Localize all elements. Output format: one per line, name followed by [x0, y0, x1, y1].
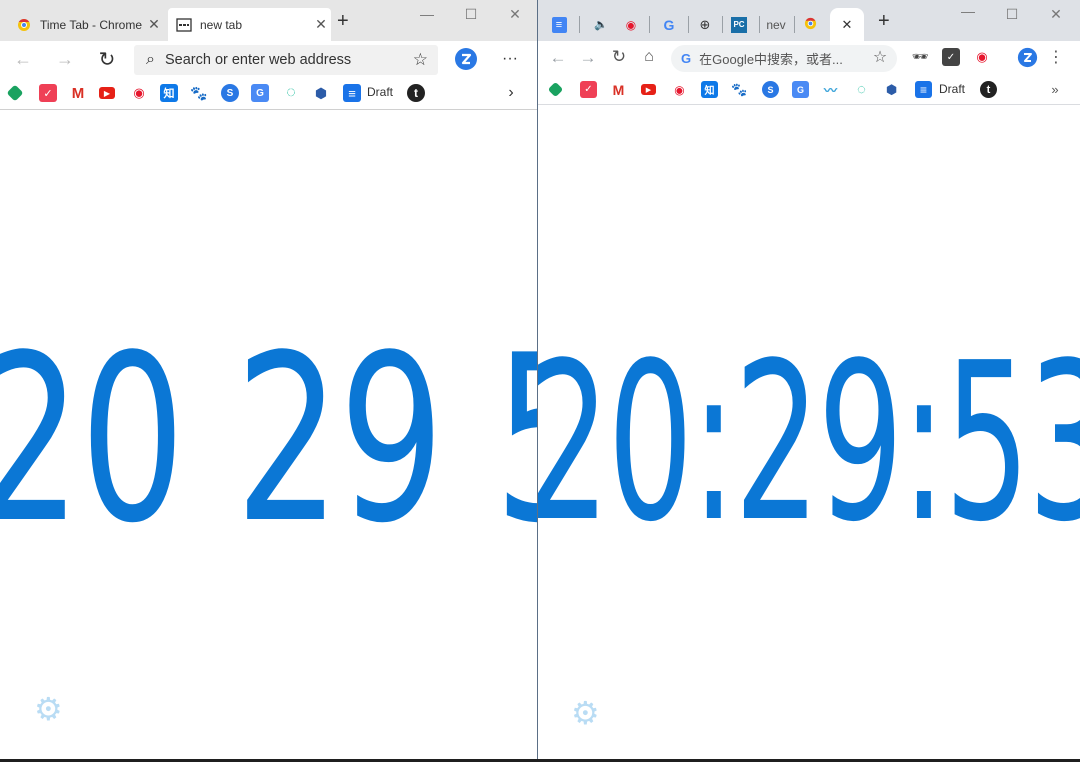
- translate-icon[interactable]: G: [251, 84, 269, 102]
- reload-icon[interactable]: ↻: [609, 47, 629, 67]
- extension-bookmark-icon[interactable]: S: [221, 84, 239, 102]
- search-icon: ⊕: [699, 16, 711, 32]
- minimize-icon[interactable]: —: [417, 6, 437, 22]
- home-icon[interactable]: ⌂: [639, 47, 659, 67]
- weibo-icon[interactable]: ◉: [671, 81, 688, 98]
- docs-icon: ≡: [551, 16, 567, 33]
- extension-icon[interactable]: [454, 47, 478, 71]
- chrome-favicon-icon: [804, 17, 817, 33]
- edge-title-bar: Time Tab - Chrome ✕ new tab ✕ + — ☐ ✕: [0, 0, 537, 41]
- tab-chrome[interactable]: [800, 8, 820, 41]
- translate-icon[interactable]: G: [792, 81, 809, 98]
- baidu-icon[interactable]: 🐾: [190, 84, 208, 102]
- chrome-menu-icon[interactable]: ⋮: [1048, 47, 1064, 67]
- chrome-window: ≡ 🔈 ◉ G ⊕ PC nev ✕ + — ☐ ✕ ← → ↻ ⌂ G 在Go…: [538, 0, 1080, 762]
- edge-tab-title: Time Tab - Chrome: [40, 17, 143, 32]
- gmail-icon[interactable]: M: [69, 84, 87, 102]
- favorites-bar: ✓ M ▶ ◉ 知 🐾 S G ◌ ⬢ ≡ Draft t ›: [0, 78, 537, 110]
- forward-arrow-icon[interactable]: →: [54, 49, 76, 69]
- edge-tab-new-tab[interactable]: new tab ✕: [168, 8, 331, 41]
- incognito-extension-icon[interactable]: 🕶: [911, 48, 929, 66]
- draft-doc-icon[interactable]: ≡: [343, 84, 361, 102]
- tab-search[interactable]: ⊕: [694, 8, 716, 41]
- youtube-icon[interactable]: ▶: [641, 84, 656, 95]
- tab-docs[interactable]: ≡: [548, 8, 570, 41]
- weibo-icon: ◉: [625, 17, 637, 32]
- chrome-title-bar: ≡ 🔈 ◉ G ⊕ PC nev ✕ + — ☐ ✕: [538, 0, 1080, 41]
- google-icon: G: [681, 51, 692, 66]
- t-icon[interactable]: t: [980, 81, 997, 98]
- youtube-icon[interactable]: ▶: [99, 87, 115, 99]
- baidu-icon[interactable]: 🐾: [731, 81, 748, 98]
- hexagon-icon[interactable]: ⬢: [312, 84, 330, 102]
- close-icon[interactable]: ✕: [144, 16, 164, 33]
- gmail-icon[interactable]: M: [610, 81, 627, 98]
- minimize-icon[interactable]: —: [958, 3, 978, 19]
- draft-bookmark-label[interactable]: Draft: [367, 85, 393, 99]
- tab-nev[interactable]: nev: [764, 8, 788, 41]
- close-window-icon[interactable]: ✕: [1046, 6, 1066, 23]
- draft-bookmark-label[interactable]: Draft: [939, 82, 965, 96]
- back-arrow-icon[interactable]: ←: [12, 49, 34, 69]
- pc-icon: PC: [731, 16, 747, 33]
- extension-icon[interactable]: [1016, 46, 1038, 68]
- close-icon[interactable]: ✕: [311, 16, 331, 33]
- more-bookmarks-icon[interactable]: »: [1048, 80, 1062, 98]
- edge-toolbar: ← → ↻ ⌕ Search or enter web address ☆ ··…: [0, 41, 537, 78]
- tab-title: nev: [766, 17, 786, 32]
- edge-window: Time Tab - Chrome ✕ new tab ✕ + — ☐ ✕ ← …: [0, 0, 537, 762]
- new-tab-plus-icon[interactable]: +: [337, 10, 349, 33]
- draft-doc-icon[interactable]: ≡: [915, 81, 932, 98]
- maximize-icon[interactable]: ☐: [461, 6, 481, 23]
- clock-display: 20 29 53: [0, 307, 537, 574]
- tab-audio[interactable]: 🔈: [588, 8, 614, 41]
- edge-tab-title: new tab: [200, 17, 243, 32]
- chrome-favicon-icon: [16, 17, 32, 33]
- close-icon[interactable]: ✕: [842, 17, 853, 33]
- edge-tab-time-tab[interactable]: Time Tab - Chrome ✕: [8, 8, 164, 41]
- hexagon-icon[interactable]: ⬢: [883, 81, 900, 98]
- zhihu-icon[interactable]: 知: [701, 81, 718, 98]
- zhihu-icon[interactable]: 知: [160, 84, 178, 102]
- forward-arrow-icon[interactable]: →: [578, 48, 598, 68]
- refresh-icon[interactable]: ↻: [96, 48, 118, 71]
- omnibox-placeholder: 在Google中搜索，或者...: [699, 52, 843, 67]
- address-bar[interactable]: ⌕ Search or enter web address ☆: [134, 45, 438, 75]
- google-icon: G: [663, 16, 675, 33]
- close-window-icon[interactable]: ✕: [505, 6, 525, 23]
- feedly-icon[interactable]: [6, 84, 24, 102]
- refresh-circle-icon[interactable]: ◌: [853, 81, 870, 98]
- settings-gear-icon[interactable]: ⚙: [571, 694, 600, 732]
- weibo-icon[interactable]: ◉: [130, 84, 148, 102]
- extension-bookmark-icon[interactable]: S: [762, 81, 779, 98]
- t-icon[interactable]: t: [407, 84, 425, 102]
- chevron-right-icon[interactable]: ›: [503, 83, 519, 103]
- search-icon: ⌕: [146, 51, 155, 68]
- maximize-icon[interactable]: ☐: [1002, 6, 1022, 23]
- new-tab-plus-icon[interactable]: +: [878, 10, 890, 33]
- tab-pc[interactable]: PC: [728, 8, 750, 41]
- favorite-star-icon[interactable]: ☆: [413, 50, 428, 70]
- back-arrow-icon[interactable]: ←: [548, 48, 568, 68]
- audio-icon: 🔈: [594, 19, 608, 31]
- more-menu-icon[interactable]: ···: [498, 47, 522, 71]
- bookmark-star-icon[interactable]: ☆: [870, 47, 890, 67]
- chrome-toolbar: ← → ↻ ⌂ G 在Google中搜索，或者... ☆ 🕶 ✓ ◉ ⋮: [538, 41, 1080, 76]
- pocket-extension-icon[interactable]: ✓: [942, 48, 960, 66]
- clock-display: 20:29:53: [538, 317, 1080, 570]
- pocket-icon[interactable]: ✓: [580, 81, 597, 98]
- wave-icon[interactable]: 〰: [822, 81, 839, 98]
- tab-weibo[interactable]: ◉: [620, 8, 642, 41]
- address-placeholder: Search or enter web address: [164, 52, 352, 68]
- tab-active[interactable]: ✕: [830, 8, 864, 41]
- settings-gear-icon[interactable]: ⚙: [34, 690, 63, 728]
- bookmarks-bar: ✓ M ▶ ◉ 知 🐾 S G 〰 ◌ ⬢ ≡ Draft t »: [538, 76, 1080, 105]
- weibo-extension-icon[interactable]: ◉: [973, 48, 991, 66]
- refresh-circle-icon[interactable]: ◌: [282, 84, 300, 102]
- omnibox[interactable]: G 在Google中搜索，或者...: [671, 45, 897, 72]
- tab-google[interactable]: G: [658, 8, 680, 41]
- feedly-icon[interactable]: [547, 81, 564, 98]
- newtab-page-icon: [176, 17, 192, 33]
- pocket-icon[interactable]: ✓: [39, 84, 57, 102]
